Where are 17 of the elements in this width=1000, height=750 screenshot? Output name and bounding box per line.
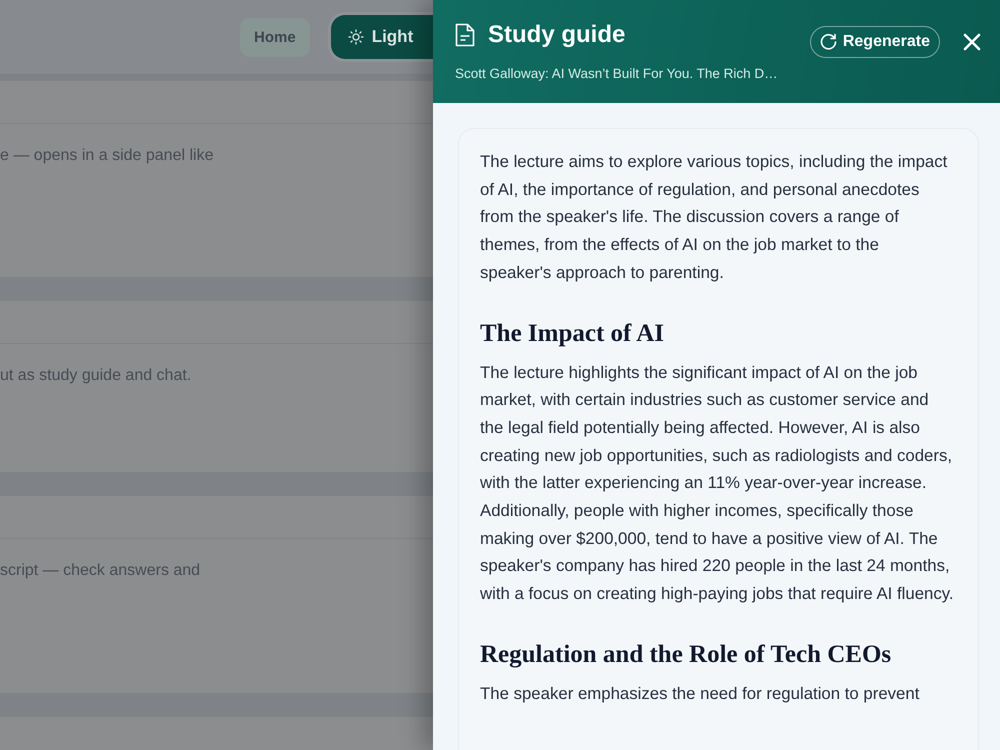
card-description: e — opens in a side panel like [0, 146, 214, 166]
section-heading: The Impact of AI [480, 318, 666, 349]
section-heading: Regulation and the Role of Tech CEOs [480, 640, 892, 670]
body-paragraph: The lecture aims to explore various topics, including the impact of AI, the importance of regulation, and personal anecdotes from the speaker's life. The discussion covers a range of themes, from the effects of AI on the job market to the speaker's approach to parenting. [480, 151, 948, 284]
body-paragraph: The lecture highlights the significant impact of AI on the job market, with certain industries such as customer service and the legal field potentially being affected. However, AI is also creating new job opportunities, such as radiologists and coders, with the latter experiencing an 11% year-over-year increase. Additionally, people with higher incomes, specifically those making over $200,000, tend to have a positive view of AI. The speaker's company has hired 220 people in the last 24 months, with a focus on creating high-paying jobs that require AI fluency. [480, 362, 954, 606]
body-paragraph: The speaker emphasizes the need for regulation to prevent [480, 682, 920, 705]
theme-toggle-button[interactable]: Light [330, 15, 433, 59]
close-button[interactable] [963, 32, 981, 50]
regenerate-button[interactable]: Regenerate [810, 26, 940, 58]
panel-subtitle: Scott Galloway: AI Wasn’t Built For You. The Rich D… [455, 65, 778, 83]
close-icon [963, 32, 981, 50]
document-icon [455, 23, 475, 47]
refresh-icon [820, 33, 837, 50]
card-description: ut as study guide and chat. [0, 366, 192, 386]
sun-icon [348, 29, 364, 45]
card-description: script — check answers and [0, 561, 200, 581]
panel-title: Study guide [488, 20, 626, 50]
